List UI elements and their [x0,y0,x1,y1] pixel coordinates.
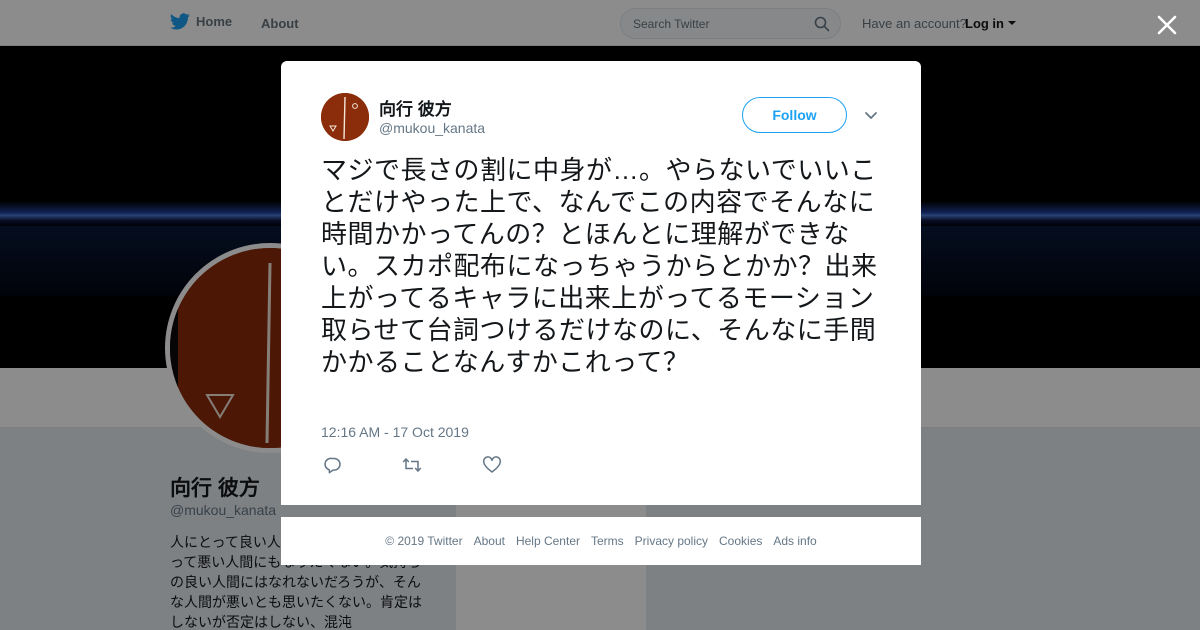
footer-link-privacy[interactable]: Privacy policy [635,534,708,548]
tweet-timestamp[interactable]: 12:16 AM - 17 Oct 2019 [321,424,469,440]
avatar-art-icon [321,93,369,141]
tweet-author-avatar[interactable] [321,93,369,141]
close-icon[interactable] [1152,10,1182,40]
chevron-down-icon[interactable] [864,109,878,121]
footer-copyright: © 2019 Twitter [385,534,463,548]
tweet-actions [321,456,621,474]
footer-link-help-center[interactable]: Help Center [516,534,580,548]
tweet-text: マジで長さの割に中身が…。やらないでいいことだけやった上で、なんでこの内容でそん… [321,155,878,377]
tweet-modal: 向行 彼方 @mukou_kanata Follow マジで長さの割に中身が…。… [281,61,921,505]
retweet-icon[interactable] [402,456,422,474]
modal-footer: © 2019 Twitter About Help Center Terms P… [281,517,921,565]
like-heart-icon[interactable] [482,456,502,474]
footer-link-ads-info[interactable]: Ads info [773,534,816,548]
footer-link-about[interactable]: About [474,534,505,548]
tweet-author-handle[interactable]: @mukou_kanata [379,120,485,136]
tweet-author-name[interactable]: 向行 彼方 [379,95,452,120]
footer-link-cookies[interactable]: Cookies [719,534,762,548]
footer-link-terms[interactable]: Terms [591,534,624,548]
reply-icon[interactable] [323,456,343,474]
follow-button[interactable]: Follow [742,97,847,133]
